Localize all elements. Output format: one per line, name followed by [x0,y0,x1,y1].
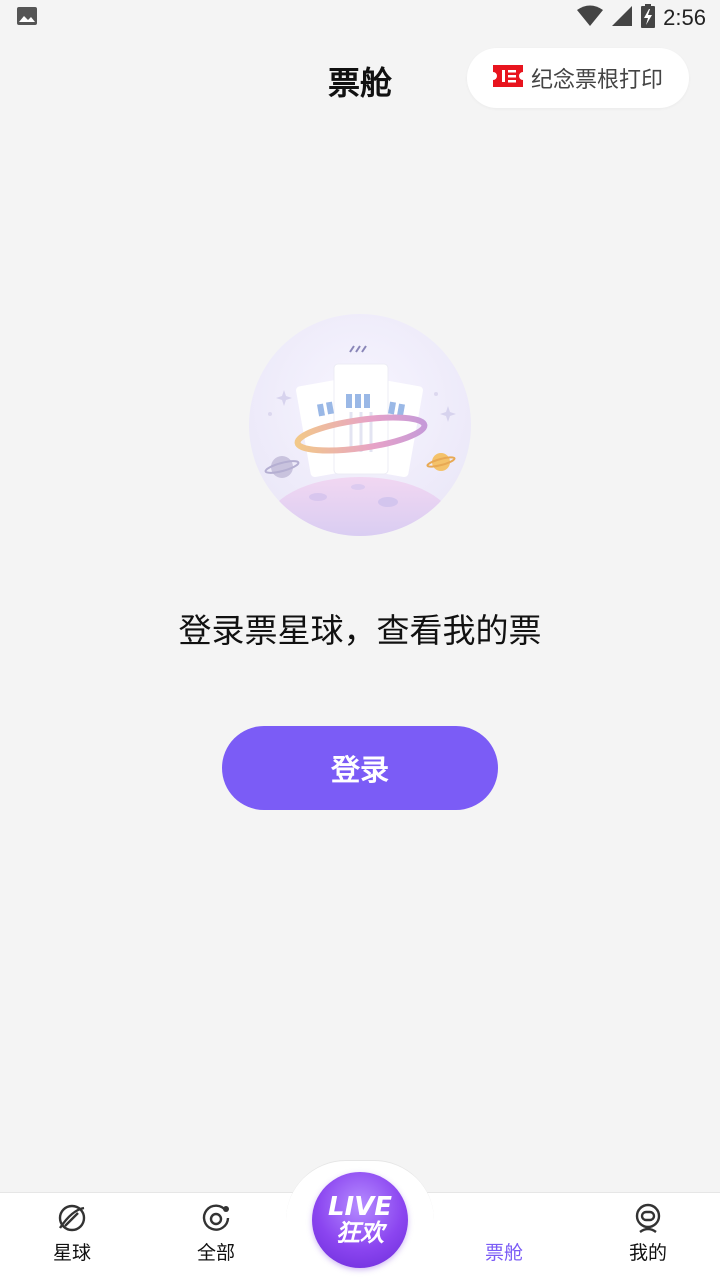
ticket-icon [492,65,523,91]
carnival-label: 狂欢 [336,1219,384,1247]
image-icon [16,6,38,30]
ticket-planet-illustration [248,312,472,538]
nav-item-ticket-cabin[interactable]: 票舱 [444,1196,564,1276]
nav-item-profile[interactable]: 我的 [588,1196,708,1276]
header: 票舱 纪念票根打印 [0,44,720,116]
status-bar: 2:56 [0,0,720,36]
print-button-label: 纪念票根打印 [530,68,663,93]
status-time: 2:56 [663,5,706,30]
nav-item-planet[interactable]: 星球 [12,1196,132,1276]
live-label: LIVE [327,1192,393,1222]
profile-icon [632,1198,664,1234]
login-prompt-message: 登录票星球，查看我的票 [178,611,542,650]
nav-label-profile: 我的 [628,1242,667,1264]
login-button[interactable]: 登录 [222,726,498,810]
nav-label-all: 全部 [196,1242,235,1264]
signal-icon [611,5,633,31]
wifi-icon [577,5,604,31]
all-icon [200,1198,232,1234]
battery-charging-icon [641,4,656,32]
nav-item-all[interactable]: 全部 [156,1196,276,1276]
souvenir-ticket-print-button[interactable]: 纪念票根打印 [467,48,689,108]
screen: 2:56 票舱 纪念票根打印 登录票星球，查看我的票 登录 星球 全部 LIVE… [0,0,720,1280]
live-carnival-button[interactable]: LIVE 狂欢 [312,1172,408,1268]
nav-label-planet: 星球 [52,1242,91,1264]
planet-icon [56,1198,88,1234]
nav-label-ticket-cabin: 票舱 [484,1242,523,1264]
